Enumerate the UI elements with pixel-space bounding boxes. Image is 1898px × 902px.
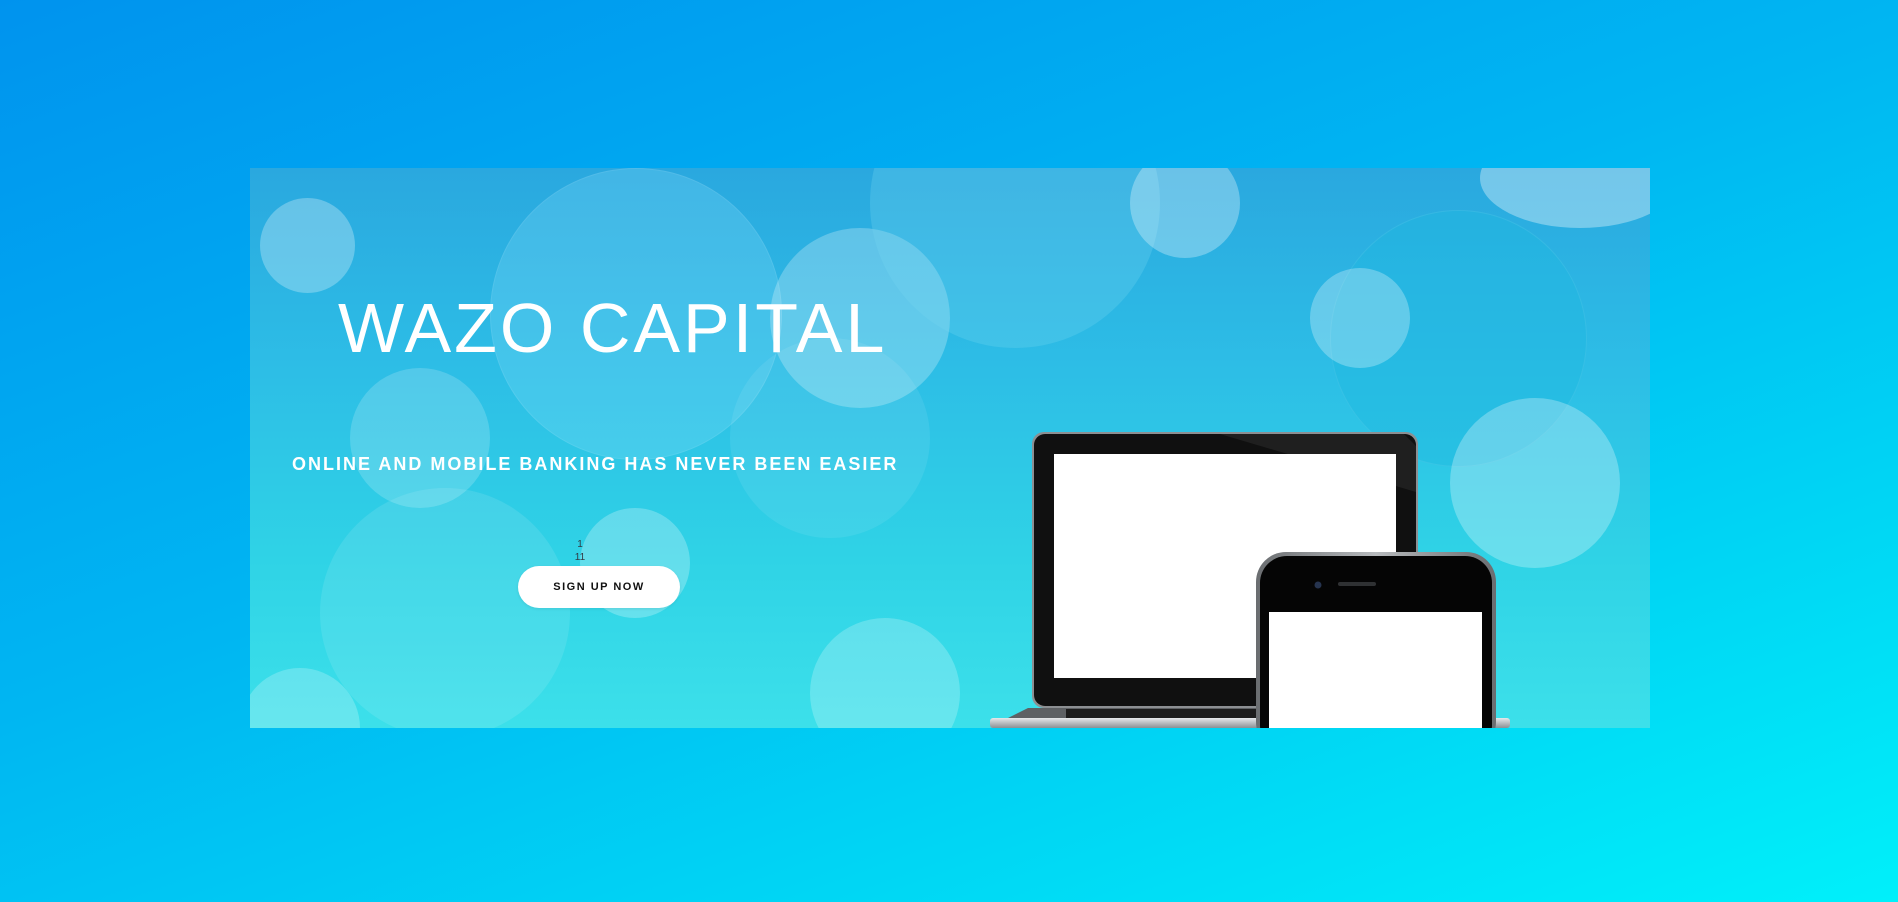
phone-camera-icon [1314,581,1322,589]
bokeh-light [260,198,355,293]
bokeh-light [350,368,490,508]
bokeh-light [810,618,960,728]
smartphone-mockup [1256,552,1496,728]
bokeh-light [250,668,360,728]
bokeh-light [1310,268,1410,368]
bokeh-light [730,338,930,538]
bokeh-light [1330,210,1587,467]
slide-counter-top: 1 [577,539,583,550]
hero-title: WAZO CAPITAL [338,289,888,367]
bokeh-light [320,488,570,728]
page-background: { "hero": { "title": "WAZO CAPITAL", "su… [0,0,1898,902]
bokeh-light [870,168,1160,348]
phone-screen [1269,612,1482,728]
bokeh-light [1130,168,1240,258]
sign-up-button[interactable]: SIGN UP NOW [518,566,680,608]
hero-subtitle: ONLINE AND MOBILE BANKING HAS NEVER BEEN… [292,454,899,474]
phone-speaker [1338,582,1376,586]
bokeh-light [1480,168,1650,228]
slide-counter-bottom: 11 [574,552,586,563]
hero-banner: WAZO CAPITAL ONLINE AND MOBILE BANKING H… [250,168,1650,728]
devices-illustration [990,432,1510,728]
